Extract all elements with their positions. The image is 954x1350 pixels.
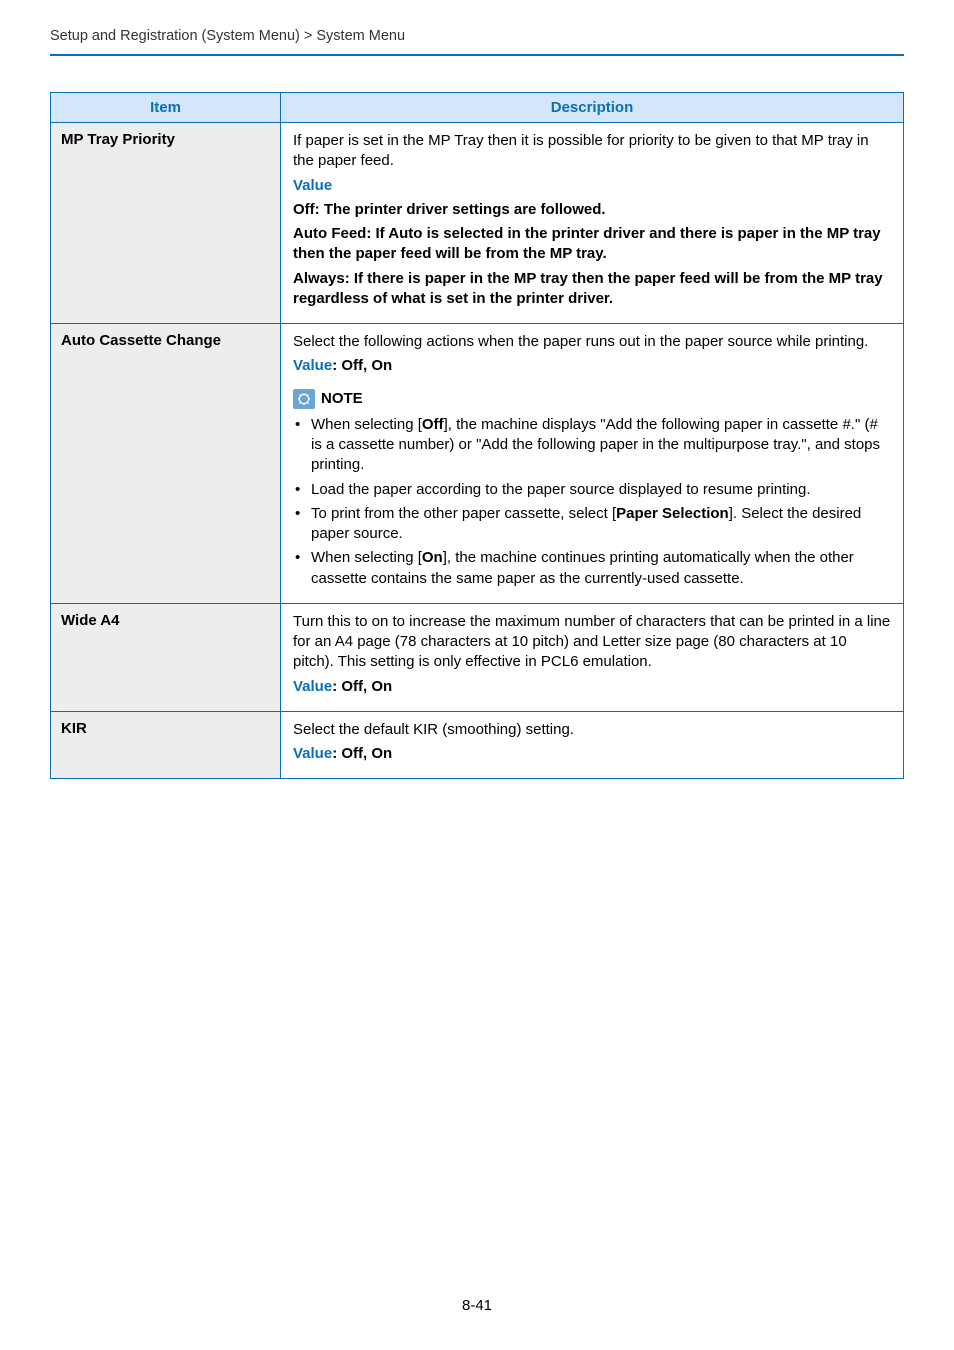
item-kir: KIR xyxy=(51,711,281,779)
value-label: Value xyxy=(293,745,332,762)
list-item: To print from the other paper cassette, … xyxy=(293,504,891,545)
list-item: Load the paper according to the paper so… xyxy=(293,480,891,500)
settings-table: Item Description MP Tray Priority If pap… xyxy=(50,92,904,779)
value-text: : Off, On xyxy=(332,745,392,762)
desc-mp-tray-priority: If paper is set in the MP Tray then it i… xyxy=(281,123,904,324)
header-description: Description xyxy=(281,93,904,123)
desc-auto-cassette-change: Select the following actions when the pa… xyxy=(281,324,904,604)
text: Auto Feed: If Auto is selected in the pr… xyxy=(293,224,891,265)
list-item: When selecting [On], the machine continu… xyxy=(293,548,891,589)
header-item: Item xyxy=(51,93,281,123)
text: If paper is set in the MP Tray then it i… xyxy=(293,131,891,172)
text: Select the default KIR (smoothing) setti… xyxy=(293,720,891,740)
list-item: When selecting [Off], the machine displa… xyxy=(293,415,891,476)
value-text: : Off, On xyxy=(332,357,392,374)
value-label: Value xyxy=(293,678,332,695)
value-label: Value xyxy=(293,177,332,194)
item-mp-tray-priority: MP Tray Priority xyxy=(51,123,281,324)
item-auto-cassette-change: Auto Cassette Change xyxy=(51,324,281,604)
note-callout: NOTE xyxy=(293,389,363,409)
note-list: When selecting [Off], the machine displa… xyxy=(293,415,891,589)
table-row: KIR Select the default KIR (smoothing) s… xyxy=(51,711,904,779)
desc-wide-a4: Turn this to on to increase the maximum … xyxy=(281,603,904,711)
breadcrumb: Setup and Registration (System Menu) > S… xyxy=(50,28,904,54)
text: Turn this to on to increase the maximum … xyxy=(293,612,891,673)
text: Off: The printer driver settings are fol… xyxy=(293,200,891,220)
text: Always: If there is paper in the MP tray… xyxy=(293,269,891,310)
desc-kir: Select the default KIR (smoothing) setti… xyxy=(281,711,904,779)
value-label: Value xyxy=(293,357,332,374)
table-row: Auto Cassette Change Select the followin… xyxy=(51,324,904,604)
table-row: MP Tray Priority If paper is set in the … xyxy=(51,123,904,324)
note-label: NOTE xyxy=(321,389,363,409)
text: Select the following actions when the pa… xyxy=(293,332,891,352)
item-wide-a4: Wide A4 xyxy=(51,603,281,711)
value-text: : Off, On xyxy=(332,678,392,695)
note-icon xyxy=(293,389,315,409)
page-number: 8-41 xyxy=(0,1297,954,1314)
header-divider xyxy=(50,54,904,56)
table-row: Wide A4 Turn this to on to increase the … xyxy=(51,603,904,711)
